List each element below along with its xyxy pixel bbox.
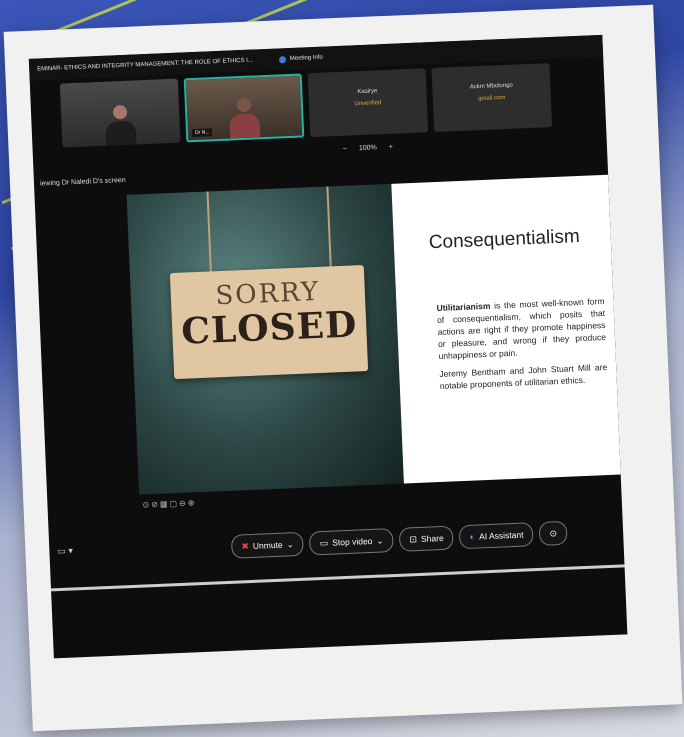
presentation-controls[interactable]: ⊙⊘▦▢⊖⊕ (142, 498, 196, 509)
stop-video-button[interactable]: ▭ Stop video ⌄ (309, 528, 395, 556)
slide-bold-term: Utilitarianism (436, 300, 491, 314)
zoom-control: − 100% + (343, 144, 393, 153)
ai-assistant-label: AI Assistant (478, 529, 524, 542)
meeting-screen: EMINAR- ETHICS AND INTEGRITY MANAGEMENT:… (28, 34, 628, 659)
participant-tile-active[interactable]: Dr N... (183, 73, 305, 143)
ai-assistant-button[interactable]: ◐ AI Assistant (459, 522, 534, 550)
participant-tile[interactable] (59, 78, 181, 148)
closed-sign: SORRY CLOSED (169, 265, 369, 380)
ai-assistant-icon: ◐ (469, 531, 476, 542)
stop-video-label: Stop video (332, 535, 373, 548)
camera-icon: ▭ (319, 537, 329, 548)
participant-video (105, 104, 137, 146)
zoom-out-button[interactable]: − (343, 146, 347, 153)
more-options-button[interactable]: ⊙ (538, 520, 568, 546)
slide-paragraph: Jeremy Bentham and John Stuart Mill are … (439, 361, 608, 391)
chevron-down-icon[interactable]: ⌄ (376, 535, 384, 546)
participant-video (229, 97, 261, 139)
participant-status: gmail.com (478, 94, 506, 103)
unmute-button[interactable]: ✖ Unmute ⌄ (230, 531, 305, 559)
chevron-down-icon[interactable]: ⌄ (286, 539, 294, 550)
share-label: Share (420, 532, 444, 544)
zoom-level: 100% (358, 144, 377, 153)
participant-status: Unverified (354, 100, 382, 108)
info-icon (278, 55, 286, 63)
participant-name: Dr N... (191, 128, 213, 138)
slide-body: Utilitarianism is the most well-known fo… (436, 295, 608, 398)
unmute-label: Unmute (252, 539, 283, 551)
slide-paragraph: Utilitarianism is the most well-known fo… (436, 295, 606, 362)
shared-slide: SORRY CLOSED Consequentialism Utilitaria… (126, 174, 621, 495)
slide-text-panel: Consequentialism Utilitarianism is the m… (391, 174, 621, 484)
meeting-info-label: Meeting Info (289, 54, 323, 62)
share-icon: ⊡ (409, 533, 418, 544)
participant-name: Ackm Mbolongo (469, 82, 513, 91)
participant-tile[interactable]: Kasirye Unverified (307, 68, 429, 138)
more-icon: ⊙ (549, 527, 558, 538)
sign-closed-text: CLOSED (180, 303, 359, 353)
slide-image: SORRY CLOSED (126, 183, 404, 495)
participant-tile[interactable]: Ackm Mbolongo gmail.com (431, 63, 553, 132)
sign-rope (326, 186, 332, 271)
participant-name: Kasirye (357, 88, 378, 96)
photo-frame: EMINAR- ETHICS AND INTEGRITY MANAGEMENT:… (3, 4, 683, 732)
meeting-info-button[interactable]: Meeting Info (278, 54, 323, 63)
sign-rope (206, 191, 213, 276)
mic-muted-icon: ✖ (241, 540, 250, 551)
meeting-title: EMINAR- ETHICS AND INTEGRITY MANAGEMENT:… (37, 57, 253, 73)
viewing-label: iewing Dr Naledi D's screen (39, 176, 126, 188)
share-button[interactable]: ⊡ Share (398, 525, 455, 552)
slide-title: Consequentialism (428, 225, 581, 254)
zoom-in-button[interactable]: + (389, 144, 393, 151)
